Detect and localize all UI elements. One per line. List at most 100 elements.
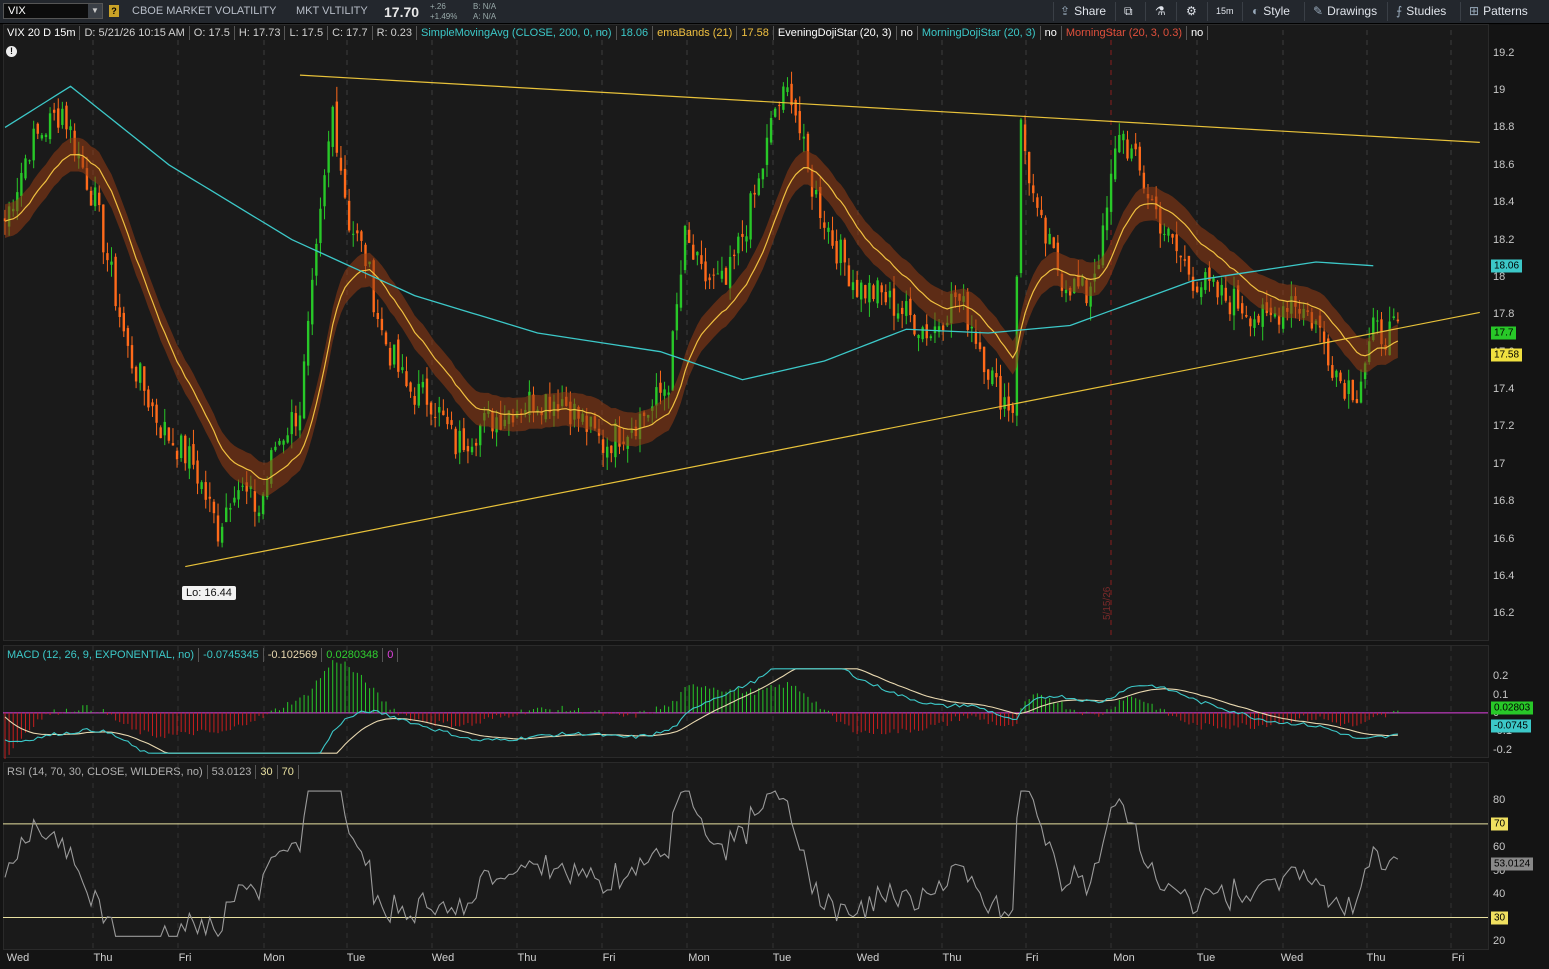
- info-icon[interactable]: !: [6, 46, 17, 57]
- rsi_header-item[interactable]: 30: [256, 765, 278, 779]
- candle-body: [1118, 134, 1121, 153]
- candle-body: [458, 430, 461, 453]
- day-label: Tue: [772, 952, 792, 964]
- price_header-item[interactable]: MorningStar (20, 3, 0.3): [1062, 26, 1187, 40]
- chart-canvas[interactable]: 5/15/26: [0, 0, 1549, 969]
- candle-body: [696, 251, 699, 256]
- trendline: [185, 311, 1480, 568]
- sma-badge: 18.06: [1491, 259, 1523, 273]
- candle-body: [1007, 396, 1010, 411]
- price_header-item[interactable]: VIX 20 D 15m: [3, 26, 81, 40]
- price_header-item[interactable]: R: 0.23: [373, 26, 418, 40]
- price_header-item[interactable]: no: [1187, 26, 1209, 40]
- candle-body: [1134, 143, 1137, 150]
- candle-body: [171, 443, 175, 446]
- candle-body: [220, 526, 224, 543]
- candle-body: [184, 435, 187, 464]
- candle-body: [433, 416, 437, 418]
- day-label: Wed: [856, 952, 880, 964]
- macd_header-item[interactable]: -0.102569: [264, 648, 323, 662]
- price_header-item[interactable]: O: 17.5: [190, 26, 235, 40]
- candle-body: [130, 345, 134, 369]
- price-tick: 17.4: [1493, 383, 1515, 396]
- candle-body: [917, 334, 920, 339]
- candle-body: [1343, 383, 1346, 399]
- candle-body: [892, 288, 896, 316]
- candle-body: [339, 157, 343, 171]
- macd_header-item[interactable]: 0: [383, 648, 399, 662]
- candle-body: [479, 425, 482, 446]
- price_header-item[interactable]: H: 17.73: [235, 26, 286, 40]
- candle-body: [257, 512, 261, 517]
- day-label: Thu: [1366, 952, 1386, 964]
- price_header-item[interactable]: emaBands (21): [653, 26, 738, 40]
- day-label: Mon: [263, 952, 285, 964]
- candle-body: [20, 172, 23, 197]
- candle-body: [1105, 207, 1109, 231]
- rsi_header-item[interactable]: 70: [278, 765, 299, 779]
- candle-body: [1228, 302, 1232, 315]
- price_header-item[interactable]: 17.58: [737, 26, 774, 40]
- price_header-item[interactable]: MorningDojiStar (20, 3): [918, 26, 1041, 40]
- candle-body: [737, 236, 740, 254]
- candle-body: [1044, 217, 1047, 244]
- candle-body: [1167, 228, 1170, 236]
- macd_header-item[interactable]: -0.0745345: [199, 648, 264, 662]
- candle-body: [987, 369, 990, 380]
- date-marker: 5/15/26: [1102, 586, 1113, 620]
- rsi-70-badge: 70: [1491, 817, 1509, 831]
- candle-body: [1191, 276, 1195, 291]
- price_header-item[interactable]: SimpleMovingAvg (CLOSE, 200, 0, no): [417, 26, 617, 40]
- candle-body: [802, 136, 806, 139]
- macd-tick: 0.1: [1493, 688, 1509, 701]
- candle-body: [347, 200, 351, 231]
- rsi_header-item[interactable]: 53.0123: [208, 765, 257, 779]
- candle-body: [692, 244, 695, 260]
- candle-body: [24, 158, 27, 179]
- candle-body: [1003, 397, 1006, 409]
- candle-body: [913, 314, 916, 335]
- candle-body: [429, 402, 433, 415]
- price_header-item[interactable]: D: 5/21/26 10:15 AM: [80, 26, 190, 40]
- candle-body: [376, 312, 379, 320]
- candle-body: [778, 105, 781, 107]
- price_header-item[interactable]: no: [1041, 26, 1062, 40]
- candle-body: [1163, 233, 1166, 235]
- candle-body: [1138, 146, 1141, 171]
- candle-body: [216, 515, 220, 542]
- rsi-study-header: RSI (14, 70, 30, CLOSE, WILDERS, no) 53.0…: [3, 764, 299, 780]
- macd_header-item[interactable]: MACD (12, 26, 9, EXPONENTIAL, no): [3, 648, 200, 662]
- candle-body: [720, 270, 724, 279]
- candle-body: [1130, 148, 1133, 159]
- rsi_header-item[interactable]: RSI (14, 70, 30, CLOSE, WILDERS, no): [3, 765, 208, 779]
- candle-body: [196, 460, 199, 484]
- candle-body: [864, 285, 867, 299]
- candle-body: [683, 225, 687, 271]
- price_header-item[interactable]: EveningDojiStar (20, 3): [774, 26, 897, 40]
- price_header-item[interactable]: no: [897, 26, 918, 40]
- candle-body: [733, 254, 736, 257]
- candle-body: [1048, 233, 1051, 245]
- price_header-item[interactable]: C: 17.7: [328, 26, 373, 40]
- candle-body: [1331, 365, 1334, 378]
- candle-body: [36, 123, 39, 134]
- candle-body: [900, 307, 904, 314]
- candle-body: [421, 381, 425, 388]
- price_header-item[interactable]: L: 17.5: [285, 26, 329, 40]
- candle-body: [1195, 286, 1199, 293]
- candle-body: [1204, 272, 1207, 290]
- price_header-item[interactable]: 18.06: [617, 26, 654, 40]
- candle-body: [1200, 287, 1203, 298]
- candle-body: [1040, 209, 1043, 216]
- macd_header-item[interactable]: 0.0280348: [322, 648, 384, 662]
- day-label: Tue: [346, 952, 366, 964]
- candle-body: [462, 428, 466, 451]
- candle-body: [798, 111, 801, 134]
- candle-body: [1114, 148, 1117, 180]
- candle-body: [1335, 370, 1338, 378]
- candle-body: [106, 253, 109, 261]
- candle-body: [905, 301, 908, 316]
- candle-body: [442, 410, 445, 416]
- candle-body: [384, 332, 388, 345]
- candle-body: [659, 382, 662, 393]
